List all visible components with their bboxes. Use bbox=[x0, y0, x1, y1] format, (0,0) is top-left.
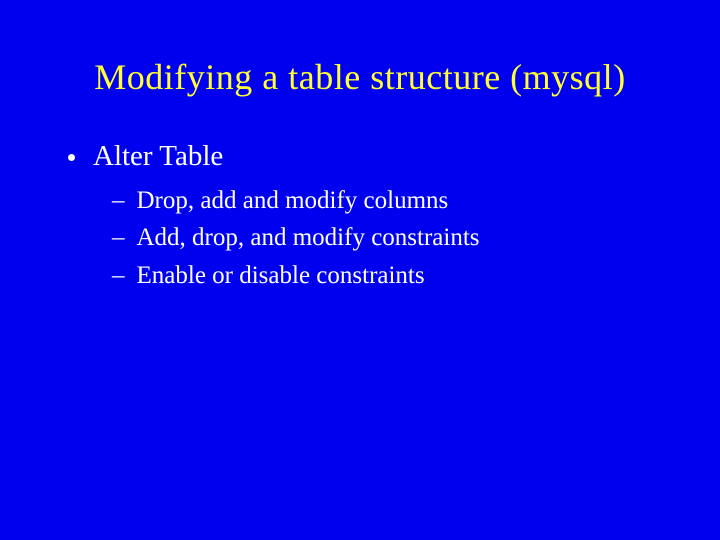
sub-text-2: Add, drop, and modify constraints bbox=[137, 221, 480, 255]
dash-icon: – bbox=[112, 221, 125, 255]
slide-content: Alter Table – Drop, add and modify colum… bbox=[0, 138, 720, 293]
list-item: – Drop, add and modify columns bbox=[112, 184, 680, 218]
bullet-text-main: Alter Table bbox=[93, 138, 223, 176]
dash-icon: – bbox=[112, 184, 125, 218]
sub-list: – Drop, add and modify columns – Add, dr… bbox=[68, 184, 680, 293]
slide-container: Modifying a table structure (mysql) Alte… bbox=[0, 0, 720, 540]
dash-icon: – bbox=[112, 259, 125, 293]
list-item: – Add, drop, and modify constraints bbox=[112, 221, 680, 255]
sub-text-1: Drop, add and modify columns bbox=[137, 184, 449, 218]
slide-title: Modifying a table structure (mysql) bbox=[0, 0, 720, 138]
list-item: Alter Table bbox=[68, 138, 680, 176]
sub-text-3: Enable or disable constraints bbox=[137, 259, 425, 293]
list-item: – Enable or disable constraints bbox=[112, 259, 680, 293]
bullet-icon bbox=[68, 154, 75, 161]
